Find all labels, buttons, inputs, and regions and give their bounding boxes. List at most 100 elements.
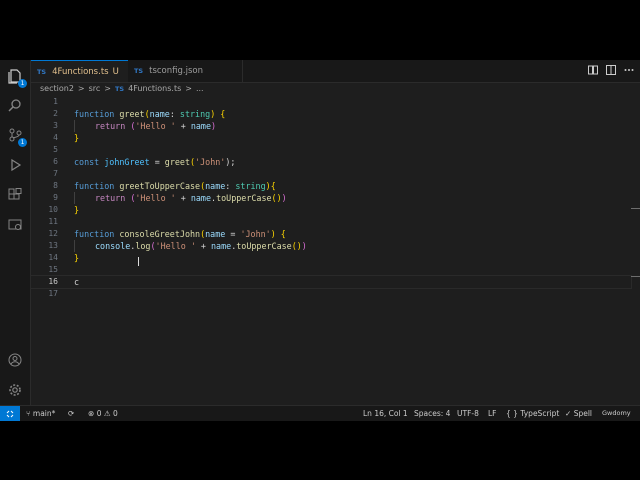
code-token: name — [205, 229, 226, 239]
code-token: 'Hello ' — [135, 121, 176, 131]
code-token: = — [225, 229, 241, 239]
chevron-right-icon: > — [77, 84, 85, 93]
code-token: johnGreet — [104, 157, 150, 167]
line-number: 6 — [53, 157, 58, 166]
code-token: + — [195, 241, 212, 251]
code-token: 'Hello ' — [135, 193, 176, 203]
breadcrumb-file[interactable]: 4Functions.ts — [128, 84, 181, 93]
line-number: 12 — [48, 229, 58, 238]
code-line-4[interactable]: } — [74, 132, 631, 144]
account-icon[interactable] — [5, 350, 25, 370]
compare-icon[interactable] — [588, 65, 598, 75]
code-line-13[interactable]: console.log('Hello ' + name.toUpperCase(… — [74, 240, 631, 252]
braces-icon: { } — [506, 409, 518, 418]
line-number: 10 — [48, 205, 58, 214]
typescript-icon: TS — [37, 67, 47, 76]
line-number: 13 — [48, 241, 58, 250]
spell-label: Spell — [573, 409, 592, 418]
code-line-11[interactable] — [74, 216, 631, 228]
mouse-cursor-icon — [138, 257, 142, 266]
extra-status[interactable]: Gwdomy — [602, 406, 638, 421]
line-number: 4 — [53, 133, 58, 142]
scm-badge: 1 — [18, 138, 27, 147]
code-token: string — [179, 109, 211, 119]
modified-indicator: U — [112, 66, 119, 77]
code-line-12[interactable]: function consoleGreetJohn(name = 'John')… — [74, 228, 631, 240]
encoding[interactable]: UTF-8 — [457, 406, 479, 421]
code-line-16-current[interactable]: c — [30, 275, 632, 289]
code-line-5[interactable] — [74, 144, 631, 156]
tab-tsconfig[interactable]: TS tsconfig.json — [128, 60, 243, 82]
code-editor[interactable]: 1 2 3 4 5 6 7 8 9 10 11 12 13 14 15 16 1… — [30, 96, 632, 404]
code-token: console — [95, 241, 131, 251]
end-of-line[interactable]: LF — [488, 406, 497, 421]
cursor-position[interactable]: Ln 16, Col 1 — [363, 406, 408, 421]
code-token: return — [95, 193, 126, 203]
code-token: ) — [301, 241, 307, 251]
files-icon[interactable]: 1 — [5, 66, 27, 88]
source-control-icon[interactable]: 1 — [5, 125, 27, 147]
line-number: 3 — [53, 121, 58, 130]
language-label: TypeScript — [520, 409, 560, 418]
code-token: greet — [164, 157, 191, 167]
code-line-6[interactable]: const johnGreet = greet('John'); — [74, 156, 631, 168]
code-token: consoleGreetJohn — [119, 229, 201, 239]
extensions-icon[interactable] — [5, 185, 25, 205]
tab-4functions[interactable]: TS 4Functions.ts U — [31, 60, 128, 82]
language-mode[interactable]: { } TypeScript — [506, 406, 559, 421]
code-token: string — [235, 181, 266, 191]
code-line-1[interactable] — [74, 96, 631, 108]
breadcrumb-symbol[interactable]: ... — [196, 84, 204, 93]
code-line-15[interactable] — [74, 264, 631, 276]
code-token: greet — [119, 109, 145, 119]
indentation[interactable]: Spaces: 4 — [414, 406, 450, 421]
branch-status[interactable]: ⑂ main* — [26, 406, 55, 421]
run-debug-icon[interactable] — [5, 155, 25, 175]
code-token: log — [135, 241, 151, 251]
code-token: ); — [225, 157, 236, 167]
code-line-8[interactable]: function greetToUpperCase(name: string){ — [74, 180, 631, 192]
problems-status[interactable]: ⊗ 0 ⚠ 0 — [88, 406, 118, 421]
code-line-3[interactable]: return ('Hello ' + name) — [74, 120, 631, 132]
split-editor-icon[interactable] — [606, 65, 616, 75]
code-line-10[interactable]: } — [74, 204, 631, 216]
code-token: const — [74, 157, 100, 167]
code-token: : — [225, 181, 236, 191]
breadcrumb-section2[interactable]: section2 — [40, 84, 74, 93]
overview-ruler[interactable] — [631, 96, 640, 404]
line-number: 5 — [53, 145, 58, 154]
warning-count: 0 — [112, 409, 118, 418]
line-number: 8 — [53, 181, 58, 190]
code-token: return — [95, 121, 126, 131]
error-count: 0 — [96, 409, 102, 418]
breadcrumb-src[interactable]: src — [89, 84, 101, 93]
code-token: name — [190, 193, 212, 203]
code-token: ) — [281, 193, 287, 203]
code-token: ) { — [210, 109, 226, 119]
code-line-9[interactable]: return ('Hello ' + name.toUpperCase()) — [74, 192, 631, 204]
line-numbers: 1 2 3 4 5 6 7 8 9 10 11 12 13 14 15 16 1… — [31, 96, 58, 300]
settings-gear-icon[interactable] — [5, 380, 25, 400]
code-token: toUpperCase — [236, 241, 292, 251]
remote-explorer-icon[interactable] — [5, 215, 25, 235]
more-actions-icon[interactable] — [624, 65, 634, 75]
search-icon[interactable] — [5, 95, 25, 115]
code-token: + — [175, 121, 191, 131]
code-line-7[interactable] — [74, 168, 631, 180]
tab-bar: TS 4Functions.ts U TS tsconfig.json — [31, 60, 640, 83]
spell-status[interactable]: ✓ Spell — [565, 406, 592, 421]
remote-indicator-icon[interactable] — [0, 406, 20, 421]
typescript-icon: TS — [134, 67, 144, 75]
code-line-14[interactable]: } — [74, 252, 631, 264]
code-token: name — [205, 181, 226, 191]
code-token: function — [74, 181, 115, 191]
line-number: 2 — [53, 109, 58, 118]
code-lines[interactable]: function greet(name: string) { return ('… — [30, 96, 632, 300]
code-token: + — [175, 193, 191, 203]
code-line-2[interactable]: function greet(name: string) { — [74, 108, 631, 120]
typescript-icon: TS — [115, 84, 125, 93]
code-line-17[interactable] — [74, 288, 631, 300]
sync-icon[interactable]: ⟳ — [68, 406, 74, 421]
ruler-mark — [631, 208, 640, 209]
code-token: 'John' — [195, 157, 226, 167]
